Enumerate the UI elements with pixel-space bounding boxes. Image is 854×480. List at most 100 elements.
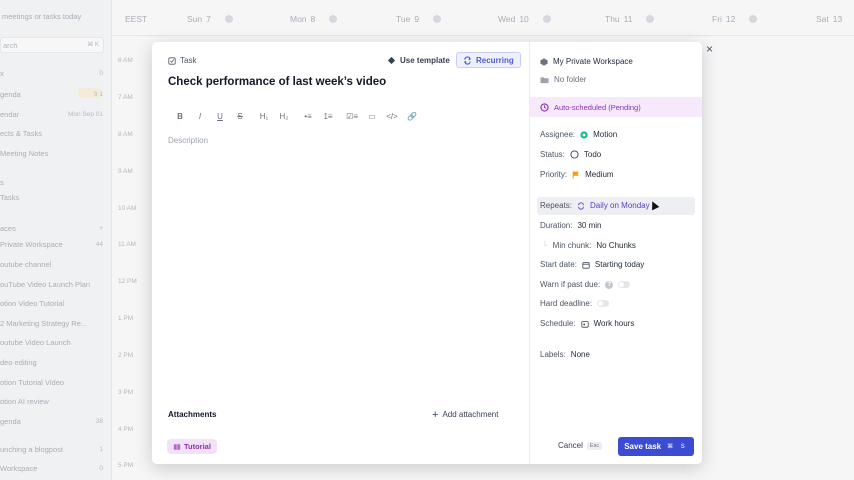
workspace-selector[interactable]: My Private Workspace (540, 57, 633, 66)
auto-schedule-icon (540, 102, 549, 112)
task-type[interactable]: Task (168, 56, 196, 65)
sidebar-item[interactable]: Workspace (0, 464, 37, 473)
duration-field[interactable]: Duration: 30 min (540, 221, 601, 230)
priority-value: Medium (585, 170, 614, 179)
sidebar-item[interactable]: otion Tutorial Video (0, 378, 64, 387)
folder-selector[interactable]: No folder (540, 75, 586, 84)
checklist-icon[interactable]: ☑≡ (342, 110, 362, 122)
save-task-button[interactable]: Save task ⌘ S (618, 437, 694, 456)
sidebar-item[interactable]: genda (0, 417, 21, 426)
repeats-field[interactable]: Repeats: Daily on Monday (540, 201, 650, 210)
hard-deadline-toggle[interactable] (597, 300, 610, 307)
day-header[interactable]: Mon 8 (290, 14, 338, 24)
flag-icon (572, 170, 579, 179)
warn-toggle[interactable] (618, 281, 631, 288)
assignee-field[interactable]: Assignee: Motion (540, 130, 617, 139)
calendar-icon (582, 261, 590, 269)
repeats-label: Repeats: (540, 201, 573, 210)
hour-label: 1 PM (118, 315, 134, 322)
day-header[interactable]: Sun 7 (187, 14, 233, 24)
min-chunk-field[interactable]: └ Min chunk: No Chunks (542, 241, 636, 250)
hard-deadline-label: Hard deadline: (540, 299, 593, 308)
close-icon[interactable]: × (706, 42, 713, 56)
labels-value: None (570, 350, 590, 359)
save-shortcut: ⌘ S (667, 444, 688, 450)
sidebar-item[interactable]: Private Workspace (0, 240, 63, 249)
strikethrough-icon[interactable]: S (230, 110, 250, 122)
recurring-button[interactable]: Recurring (456, 52, 521, 68)
labels-field[interactable]: Labels: None (540, 350, 590, 359)
day-header[interactable]: Fri 12 (712, 14, 758, 24)
link-icon[interactable]: 🔗 (402, 110, 422, 122)
task-properties-panel: My Private Workspace No folder Auto-sche… (529, 42, 702, 464)
sidebar-item[interactable]: Meeting Notes (0, 149, 48, 158)
block-icon[interactable]: ▭ (362, 110, 382, 122)
task-editor: Task Use template Recurring Check perfor… (152, 42, 529, 464)
save-label: Save task (624, 442, 662, 451)
start-date-field[interactable]: Start date: Starting today (540, 260, 644, 269)
warn-label: Warn if past due: (540, 280, 601, 289)
sidebar-item-badge: 9 1 (93, 91, 103, 98)
numbered-list-icon[interactable]: 1≡ (318, 110, 338, 122)
tag-chip[interactable]: Tutorial (167, 439, 217, 454)
day-header[interactable]: Tue 9 (396, 14, 442, 24)
bullet-list-icon[interactable]: •≡ (298, 110, 318, 122)
sidebar-item[interactable]: ects & Tasks (0, 129, 42, 138)
sidebar-item[interactable]: s (0, 178, 4, 187)
cancel-button[interactable]: Cancel Esc (558, 441, 603, 450)
assignee-label: Assignee: (540, 130, 576, 139)
sidebar-item-badge: 44 (95, 241, 103, 248)
sidebar-item[interactable]: x (0, 69, 4, 78)
priority-label: Priority: (540, 170, 568, 179)
schedule-field[interactable]: Schedule: Work hours (540, 319, 634, 328)
sidebar-item[interactable]: ouTube Video Launch Plan (0, 280, 90, 289)
recurring-label: Recurring (476, 55, 514, 65)
sidebar-item[interactable]: 2 Marketing Strategy Re... (0, 319, 87, 328)
repeat-icon (464, 55, 471, 65)
task-title-input[interactable]: Check performance of last week’s video (168, 76, 386, 88)
schedule-value: Work hours (593, 319, 635, 328)
day-name: Sat (816, 14, 829, 24)
day-header[interactable]: Sat 13 (816, 14, 854, 24)
sidebar-item[interactable]: unching a blogpost (0, 445, 63, 454)
top-search-hint[interactable]: meetings or tasks today (2, 12, 81, 21)
hour-label: 8 AM (118, 131, 133, 138)
sidebar-item[interactable]: aces (0, 224, 16, 233)
task-modal: Task Use template Recurring Check perfor… (152, 42, 702, 464)
day-status-icon (329, 15, 338, 23)
schedule-icon (580, 320, 589, 328)
day-status-icon (433, 15, 442, 23)
duration-label: Duration: (540, 221, 573, 230)
help-icon[interactable]: ? (605, 280, 614, 289)
search-input[interactable]: arch ⌘ K (0, 37, 104, 53)
sidebar-item-badge: 0 (99, 70, 103, 77)
day-header[interactable]: Thu 11 (605, 14, 655, 24)
auto-scheduled-status[interactable]: Auto-scheduled (Pending) (530, 97, 702, 117)
sidebar-item[interactable]: endar (0, 110, 19, 119)
sidebar-item[interactable]: deo editing (0, 358, 37, 367)
heading1-icon[interactable]: H₁ (254, 110, 274, 122)
use-template-button[interactable]: Use template (387, 53, 450, 68)
italic-icon[interactable]: I (190, 110, 210, 122)
underline-icon[interactable]: U (210, 110, 230, 122)
sidebar-item[interactable]: genda (0, 90, 21, 99)
code-icon[interactable]: </> (382, 110, 402, 122)
bold-icon[interactable]: B (170, 110, 190, 122)
plus-icon: + (432, 408, 439, 421)
sidebar-item[interactable]: outube channel (0, 260, 51, 269)
workspace-name: My Private Workspace (553, 57, 633, 66)
sidebar-item-badge: + (99, 225, 103, 232)
sidebar-item[interactable]: outube Video Launch (0, 338, 71, 347)
sidebar-item[interactable]: Tasks (0, 193, 19, 202)
sidebar-item[interactable]: otion AI review (0, 397, 49, 406)
heading2-icon[interactable]: H₂ (274, 110, 294, 122)
add-attachment-button[interactable]: + Add attachment (432, 408, 498, 421)
day-status-icon (224, 15, 233, 23)
day-header[interactable]: Wed 10 (498, 14, 551, 24)
priority-field[interactable]: Priority: Medium (540, 170, 614, 179)
status-field[interactable]: Status: Todo (540, 150, 601, 159)
hour-label: 4 PM (118, 426, 134, 433)
sidebar-item[interactable]: otion Video Tutorial (0, 299, 64, 308)
hour-label: 7 AM (118, 94, 133, 101)
description-input[interactable]: Description (168, 136, 208, 145)
